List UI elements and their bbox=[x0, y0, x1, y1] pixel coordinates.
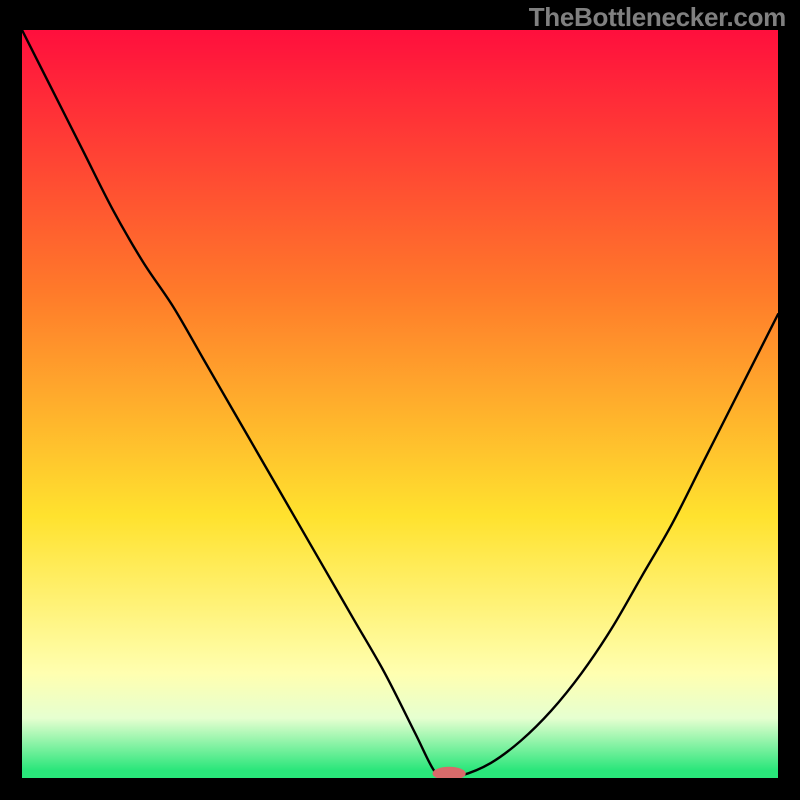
plot-area bbox=[22, 30, 778, 778]
watermark-text: TheBottlenecker.com bbox=[529, 2, 786, 33]
bottleneck-chart bbox=[22, 30, 778, 778]
gradient-background bbox=[22, 30, 778, 778]
chart-container: TheBottlenecker.com bbox=[0, 0, 800, 800]
